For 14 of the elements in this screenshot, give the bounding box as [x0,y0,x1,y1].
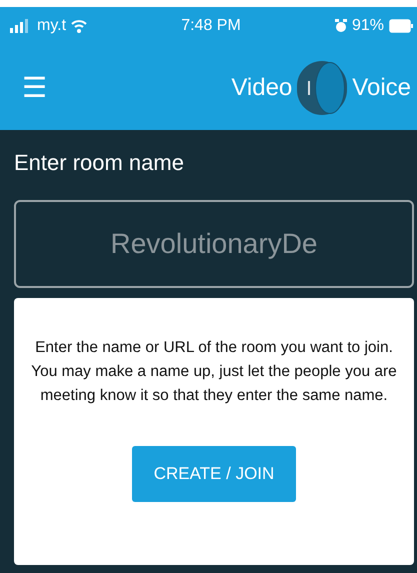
instructions-text: Enter the name or URL of the room you want to join. You may make a name up, just let the people you are meeting know it so that they enter the same name. [30,338,398,406]
battery-icon [389,19,413,33]
battery-percent: 91% [352,17,384,35]
voice-label: Voice [352,74,411,102]
wifi-icon [71,19,88,33]
alarm-icon [334,19,347,33]
clock-time: 7:48 PM [181,17,241,35]
video-label: Video [231,74,292,102]
room-name-label: Enter room name [14,150,185,176]
mode-switch[interactable] [297,60,348,114]
create-join-button[interactable]: CREATE / JOIN [132,446,296,502]
menu-icon[interactable]: ☰ [22,74,47,102]
carrier-name: my.t [37,17,66,35]
room-name-field[interactable]: RevolutionaryDe [14,200,414,288]
